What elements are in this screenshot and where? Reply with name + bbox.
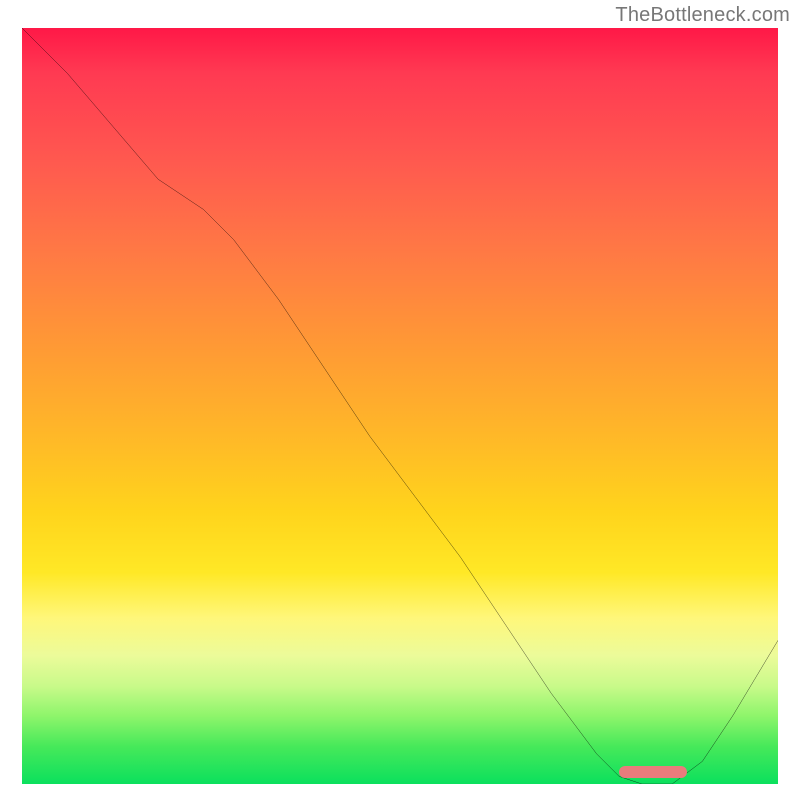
highlight-marker xyxy=(619,766,687,778)
plot-area xyxy=(22,28,778,784)
watermark-text: TheBottleneck.com xyxy=(615,4,790,27)
line-curve xyxy=(22,28,778,784)
chart-container: TheBottleneck.com xyxy=(0,0,800,800)
